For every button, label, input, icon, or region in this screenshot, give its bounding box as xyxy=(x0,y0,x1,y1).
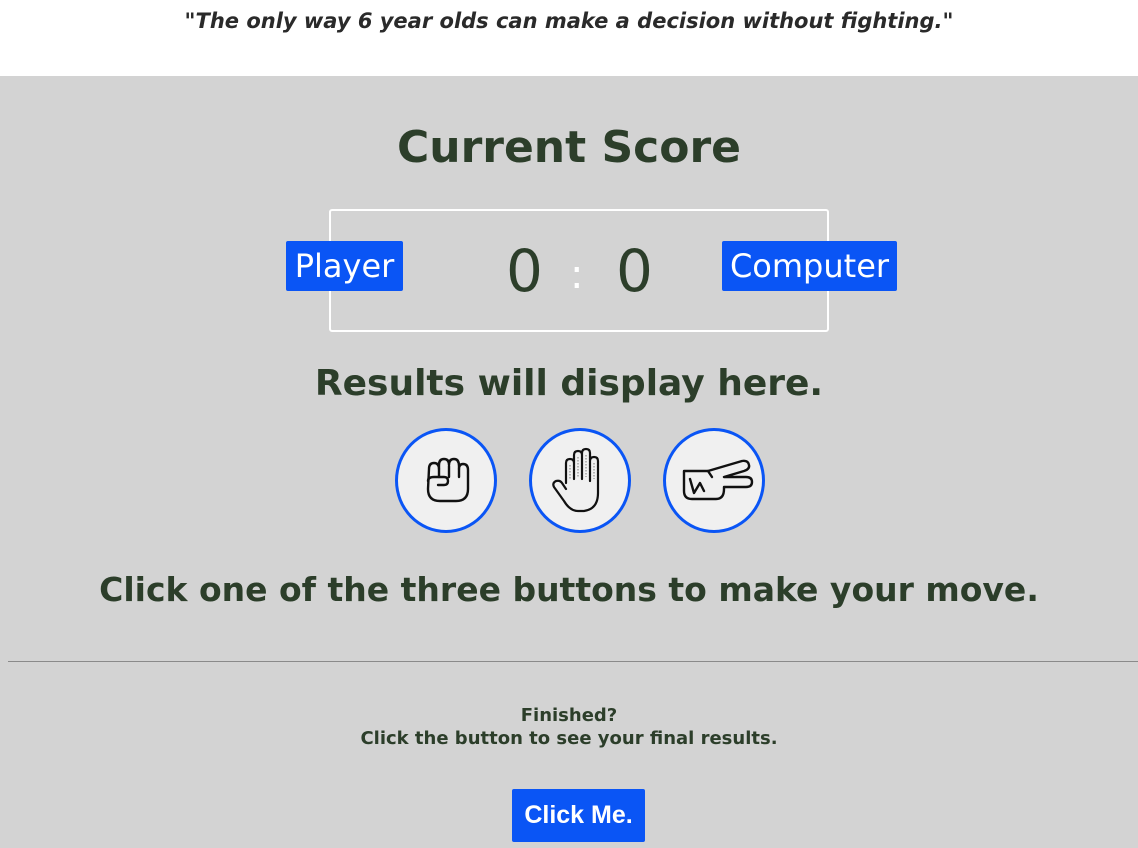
quote-bar: "The only way 6 year olds can make a dec… xyxy=(0,0,1138,76)
score-separator: : xyxy=(570,252,584,298)
open-hand-icon xyxy=(552,447,600,513)
finished-prompt: Finished? Click the button to see your f… xyxy=(0,704,1138,750)
instructions-text: Click one of the three buttons to make y… xyxy=(99,570,1039,609)
score-title: Current Score xyxy=(396,122,742,173)
finished-question: Finished? xyxy=(520,705,618,726)
player-label: Player xyxy=(286,241,403,291)
finished-instruction: Click the button to see your final resul… xyxy=(360,728,778,749)
divider xyxy=(8,661,1138,662)
player-score: 0 xyxy=(506,237,543,305)
results-message: Results will display here. xyxy=(314,363,824,404)
fist-icon xyxy=(426,457,470,503)
game-area: Current Score Player 0 : 0 Computer Resu… xyxy=(0,76,1138,848)
computer-score: 0 xyxy=(616,237,653,305)
rock-button[interactable] xyxy=(395,428,497,533)
final-results-button[interactable]: Click Me. xyxy=(512,789,645,842)
peace-hand-icon xyxy=(682,459,754,501)
tagline-quote: "The only way 6 year olds can make a dec… xyxy=(184,9,954,33)
scissors-button[interactable] xyxy=(663,428,765,533)
paper-button[interactable] xyxy=(529,428,631,533)
computer-label: Computer xyxy=(722,241,897,291)
